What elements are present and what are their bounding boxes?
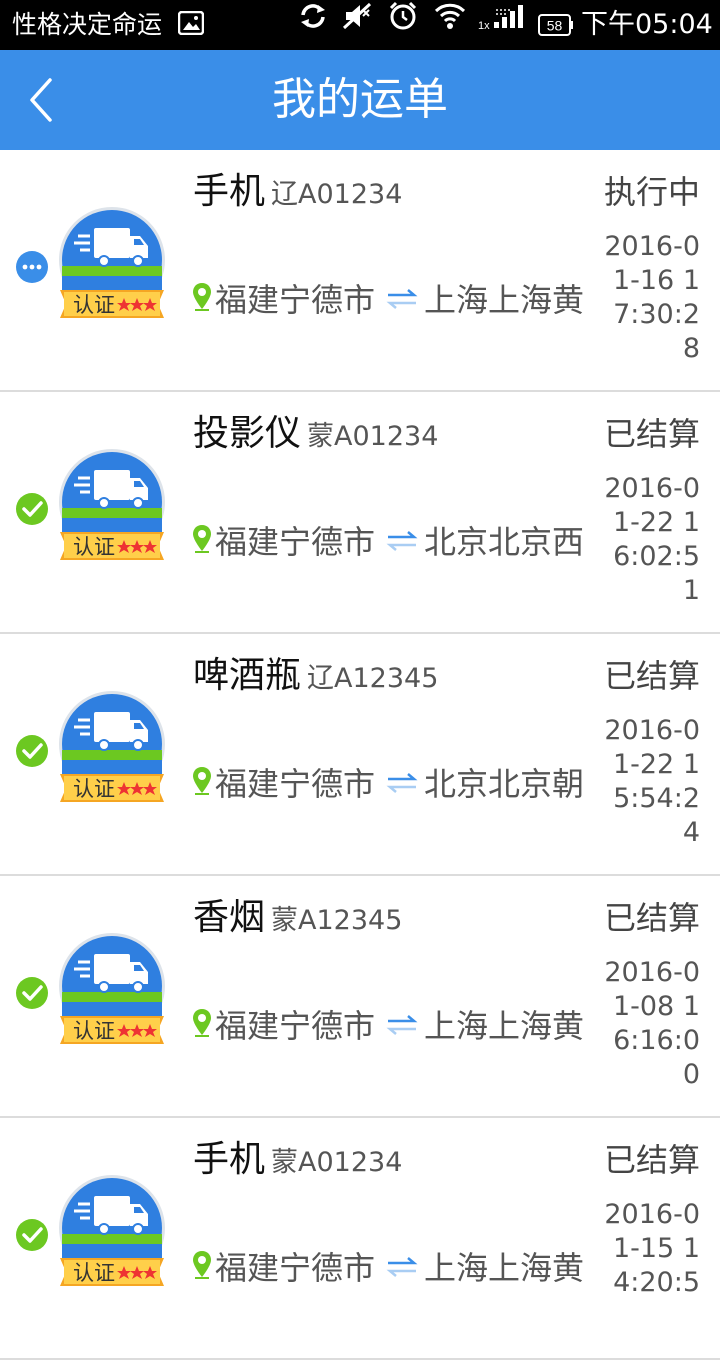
order-date: 2016-01-22 15:54:24 (604, 715, 700, 848)
route: 福建宁德市 北京北京西 (192, 520, 594, 564)
image-icon (178, 11, 204, 35)
check-circle-icon (16, 493, 48, 525)
location-pin-icon (193, 1009, 211, 1037)
license-plate: 辽A12345 (307, 663, 439, 694)
network-type-label: 1x (478, 20, 490, 32)
alarm-icon (389, 1, 417, 30)
order-list[interactable]: 认证 手机 辽A01234 执行中 福建宁德市 上海上海黄 2016-01-16 … (0, 150, 720, 1360)
exchange-arrows-icon (386, 1015, 418, 1035)
origin-city: 福建宁德市 (215, 1249, 376, 1287)
license-plate: 辽A01234 (271, 179, 403, 210)
order-status: 执行中 (603, 173, 700, 211)
location-pin-icon (193, 767, 211, 795)
sync-icon (301, 4, 325, 28)
origin-city: 福建宁德市 (215, 523, 376, 561)
battery-level: 58 (547, 18, 563, 34)
order-row[interactable]: 认证 香烟 蒙A12345 已结算 福建宁德市 上海上海黄 2016-01-08 … (0, 876, 720, 1118)
order-date: 2016-01-22 16:02:51 (604, 473, 700, 606)
route: 福建宁德市 北京北京朝 (192, 762, 594, 806)
clock: 下午05:04 (581, 9, 713, 40)
certified-badge-label: 认证 (73, 777, 115, 801)
route: 福建宁德市 上海上海黄 (192, 1246, 594, 1290)
exchange-arrows-icon (386, 773, 418, 793)
cargo-name: 投影仪 蒙A01234 (193, 413, 439, 454)
status-bar: 性格决定命运 1x 58 下午05:04 (0, 0, 720, 50)
certified-badge-label: 认证 (73, 535, 115, 559)
order-status: 已结算 (603, 1141, 700, 1179)
check-circle-icon (16, 735, 48, 767)
origin-city: 福建宁德市 (215, 1007, 376, 1045)
more-dots-icon (16, 251, 48, 283)
location-pin-icon (193, 525, 211, 553)
truck-avatar: 认证 (59, 1175, 165, 1286)
truck-avatar: 认证 (59, 933, 165, 1044)
exchange-arrows-icon (386, 1257, 418, 1277)
order-row[interactable]: 认证 投影仪 蒙A01234 已结算 福建宁德市 北京北京西 2016-01-22… (0, 392, 720, 634)
license-plate: 蒙A01234 (271, 1147, 403, 1178)
order-row[interactable]: 认证 手机 蒙A01234 已结算 福建宁德市 上海上海黄 2016-01-15 … (0, 1118, 720, 1360)
wifi-icon (434, 3, 466, 29)
cargo-name: 手机 辽A01234 (193, 171, 403, 212)
origin-city: 福建宁德市 (215, 765, 376, 803)
exchange-arrows-icon (386, 289, 418, 309)
license-plate: 蒙A12345 (271, 905, 403, 936)
order-date: 2016-01-08 16:16:00 (604, 957, 700, 1090)
app-header: 我的运单 (0, 50, 720, 150)
license-plate: 蒙A01234 (307, 421, 439, 452)
destination-city: 上海上海黄 (424, 1249, 585, 1287)
certified-badge-label: 认证 (73, 1261, 115, 1285)
truck-avatar: 认证 (59, 691, 165, 802)
exchange-arrows-icon (386, 531, 418, 551)
location-pin-icon (193, 283, 211, 311)
cargo-name: 手机 蒙A01234 (193, 1139, 403, 1180)
check-circle-icon (16, 977, 48, 1009)
order-status: 已结算 (603, 657, 700, 695)
cargo-name: 啤酒瓶 辽A12345 (193, 655, 439, 696)
check-circle-icon (16, 1219, 48, 1251)
order-status: 已结算 (603, 899, 700, 937)
carrier-name: 性格决定命运 (12, 10, 163, 39)
destination-city: 上海上海黄 (424, 1007, 585, 1045)
destination-city: 北京北京朝 (424, 765, 585, 803)
order-date: 2016-01-15 14:20:5 (604, 1199, 700, 1298)
mute-icon (342, 2, 372, 30)
certified-badge-label: 认证 (73, 1019, 115, 1043)
destination-city: 北京北京西 (424, 523, 585, 561)
order-date: 2016-01-16 17:30:28 (604, 231, 700, 364)
route: 福建宁德市 上海上海黄 (192, 1004, 594, 1048)
order-status: 已结算 (603, 415, 700, 453)
back-button[interactable] (20, 72, 64, 128)
page-title: 我的运单 (272, 74, 448, 125)
cargo-name: 香烟 蒙A12345 (193, 897, 403, 938)
truck-avatar: 认证 (59, 207, 165, 318)
destination-city: 上海上海黄 (424, 281, 585, 319)
location-pin-icon (193, 1251, 211, 1279)
signal-icon: 1x (478, 5, 523, 32)
route: 福建宁德市 上海上海黄 (192, 278, 594, 322)
truck-avatar: 认证 (59, 449, 165, 560)
origin-city: 福建宁德市 (215, 281, 376, 319)
chevron-left-icon (30, 78, 52, 122)
battery-icon: 58 (538, 14, 573, 36)
order-row[interactable]: 认证 手机 辽A01234 执行中 福建宁德市 上海上海黄 2016-01-16 … (0, 150, 720, 392)
order-row[interactable]: 认证 啤酒瓶 辽A12345 已结算 福建宁德市 北京北京朝 2016-01-22… (0, 634, 720, 876)
certified-badge-label: 认证 (73, 293, 115, 317)
